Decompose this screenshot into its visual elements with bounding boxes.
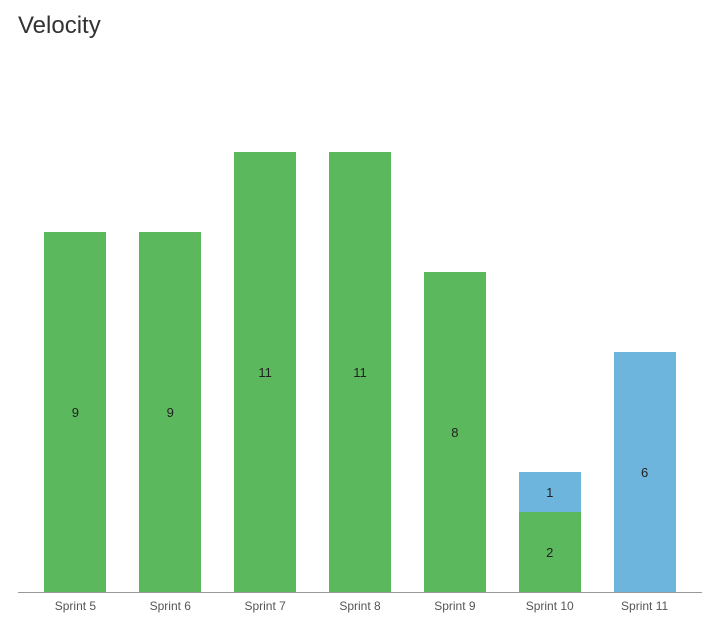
x-axis-label: Sprint 5	[28, 599, 123, 613]
bar-segment-planned: 6	[614, 352, 676, 592]
x-axis-label: Sprint 7	[218, 599, 313, 613]
bar-slot: 9	[123, 48, 218, 592]
bar-segment-completed: 8	[424, 272, 486, 592]
bar-stack: 11	[329, 152, 391, 592]
bar-slot: 11	[218, 48, 313, 592]
bar-slot: 9	[28, 48, 123, 592]
bar-segment-planned: 1	[519, 472, 581, 512]
bar-segment-completed: 11	[329, 152, 391, 592]
bar-slot: 8	[407, 48, 502, 592]
x-axis: Sprint 5Sprint 6Sprint 7Sprint 8Sprint 9…	[18, 593, 702, 613]
bar-stack: 12	[519, 472, 581, 592]
bar-stack: 11	[234, 152, 296, 592]
velocity-chart: Velocity 9911118126 Sprint 5Sprint 6Spri…	[0, 0, 720, 622]
bar-stack: 8	[424, 272, 486, 592]
bar-segment-completed: 9	[44, 232, 106, 592]
x-axis-label: Sprint 10	[502, 599, 597, 613]
x-axis-label: Sprint 6	[123, 599, 218, 613]
bar-stack: 9	[139, 232, 201, 592]
plot-area: 9911118126	[18, 48, 702, 593]
bar-slot: 6	[597, 48, 692, 592]
bar-stack: 6	[614, 352, 676, 592]
x-axis-label: Sprint 11	[597, 599, 692, 613]
bar-segment-completed: 11	[234, 152, 296, 592]
bar-segment-completed: 2	[519, 512, 581, 592]
x-axis-label: Sprint 9	[407, 599, 502, 613]
bar-slot: 11	[313, 48, 408, 592]
x-axis-label: Sprint 8	[313, 599, 408, 613]
bar-segment-completed: 9	[139, 232, 201, 592]
bar-slot: 12	[502, 48, 597, 592]
bar-stack: 9	[44, 232, 106, 592]
bars-row: 9911118126	[18, 48, 702, 592]
chart-title: Velocity	[18, 12, 702, 40]
